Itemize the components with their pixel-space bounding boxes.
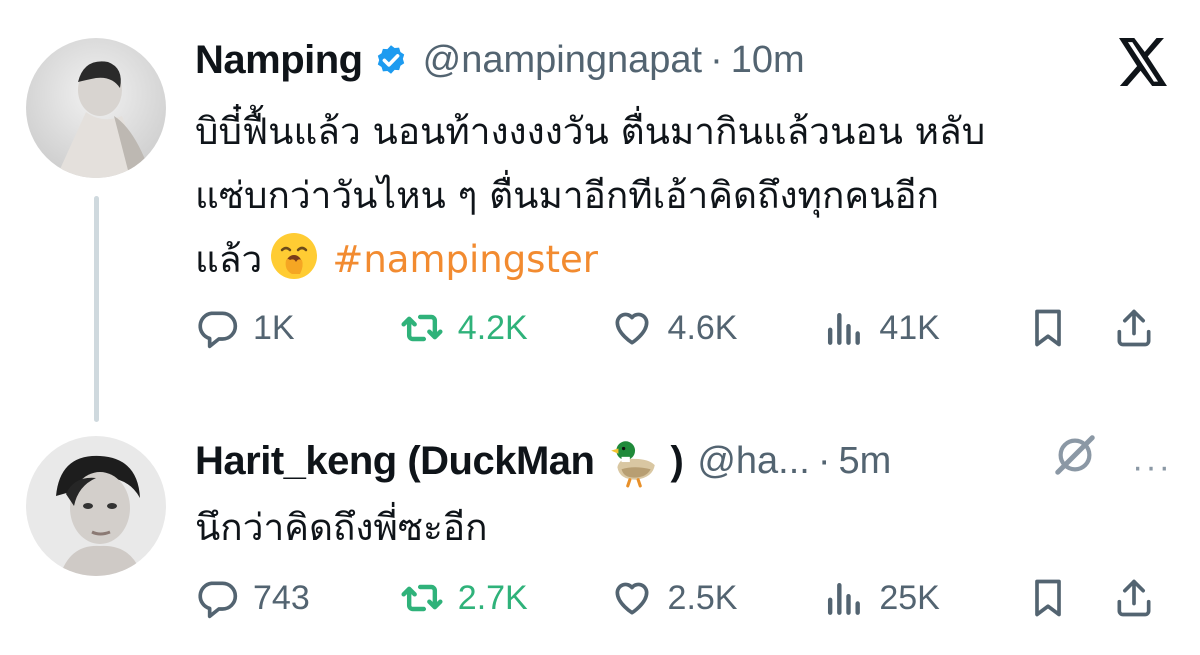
share-icon bbox=[1117, 309, 1151, 347]
repost-icon bbox=[401, 584, 443, 612]
grok-icon[interactable] bbox=[1052, 432, 1098, 478]
hashtag-link[interactable]: #nampingster bbox=[332, 238, 598, 281]
reply-icon bbox=[198, 311, 238, 349]
tweet-actions: 1K 4.2K 4.6K 41K bbox=[195, 306, 1170, 350]
like-count: 4.6K bbox=[667, 308, 738, 347]
yawning-face-emoji-icon bbox=[271, 233, 318, 279]
display-name[interactable]: Namping bbox=[195, 38, 363, 83]
bookmark-button[interactable] bbox=[1026, 576, 1112, 620]
views-button[interactable]: 25K bbox=[821, 576, 1026, 620]
display-name[interactable]: Harit_keng (DuckMan bbox=[195, 439, 595, 484]
avatar-namping[interactable] bbox=[26, 38, 166, 178]
repost-button[interactable]: 4.2K bbox=[400, 306, 610, 350]
tweet-text-line: แล้ว bbox=[195, 238, 263, 281]
handle[interactable]: @ha... bbox=[697, 440, 810, 483]
reply-count: 1K bbox=[253, 308, 295, 347]
views-icon bbox=[828, 312, 861, 345]
share-button[interactable] bbox=[1112, 576, 1170, 620]
avatar-harit[interactable] bbox=[26, 436, 166, 576]
verified-badge-icon bbox=[377, 44, 404, 74]
display-name-close: ) bbox=[670, 438, 684, 483]
tweet-actions: 743 2.7K 2.5K 25K bbox=[195, 576, 1170, 620]
tweet-text: บิบี๋ฟื้นแล้ว นอนท้างงงงวัน ตื่นมากินแล้… bbox=[195, 100, 1155, 292]
separator: · bbox=[817, 439, 831, 482]
more-options-button[interactable]: ··· bbox=[1132, 448, 1172, 487]
like-button[interactable]: 2.5K bbox=[610, 576, 822, 620]
timestamp[interactable]: 10m bbox=[731, 39, 805, 82]
repost-count: 2.7K bbox=[457, 578, 528, 617]
reply-count: 743 bbox=[253, 578, 310, 617]
view-count: 41K bbox=[879, 308, 940, 347]
timestamp[interactable]: 5m bbox=[838, 440, 891, 483]
tweet-text-line: นึกว่าคิดถึงพี่ซะอีก bbox=[195, 506, 488, 549]
tweet-header: Namping @nampingnapat · 10m bbox=[195, 38, 805, 83]
repost-icon bbox=[401, 314, 443, 342]
like-count: 2.5K bbox=[667, 578, 738, 617]
views-button[interactable]: 41K bbox=[821, 306, 1026, 350]
repost-button[interactable]: 2.7K bbox=[400, 576, 610, 620]
thread-line bbox=[94, 196, 99, 422]
bookmark-icon bbox=[1035, 579, 1061, 617]
tweet-text-line: แซ่บกว่าวันไหน ๆ ตื่นมาอีกทีเอ้าคิดถึงทุ… bbox=[195, 174, 940, 217]
share-icon bbox=[1117, 579, 1151, 617]
heart-icon bbox=[615, 582, 649, 615]
duck-emoji-icon bbox=[611, 441, 656, 488]
bookmark-button[interactable] bbox=[1026, 306, 1112, 350]
view-count: 25K bbox=[879, 578, 940, 617]
reply-button[interactable]: 1K bbox=[195, 306, 400, 350]
reply-button[interactable]: 743 bbox=[195, 576, 400, 620]
reply-icon bbox=[198, 581, 238, 619]
separator: · bbox=[710, 39, 723, 81]
share-button[interactable] bbox=[1112, 306, 1170, 350]
like-button[interactable]: 4.6K bbox=[610, 306, 822, 350]
handle[interactable]: @nampingnapat bbox=[423, 39, 702, 82]
heart-icon bbox=[615, 312, 649, 345]
tweet-header: Harit_keng (DuckMan ) @ha... · 5m bbox=[195, 434, 891, 488]
tweet-text-line: บิบี๋ฟื้นแล้ว นอนท้างงงงวัน ตื่นมากินแล้… bbox=[195, 110, 986, 153]
views-icon bbox=[828, 582, 861, 615]
bookmark-icon bbox=[1035, 309, 1061, 347]
tweet-text-line-last: แล้ว #nampingster bbox=[195, 228, 1155, 292]
tweet-text: นึกว่าคิดถึงพี่ซะอีก bbox=[195, 496, 1155, 560]
x-logo-icon[interactable] bbox=[1116, 38, 1170, 86]
repost-count: 4.2K bbox=[457, 308, 528, 347]
